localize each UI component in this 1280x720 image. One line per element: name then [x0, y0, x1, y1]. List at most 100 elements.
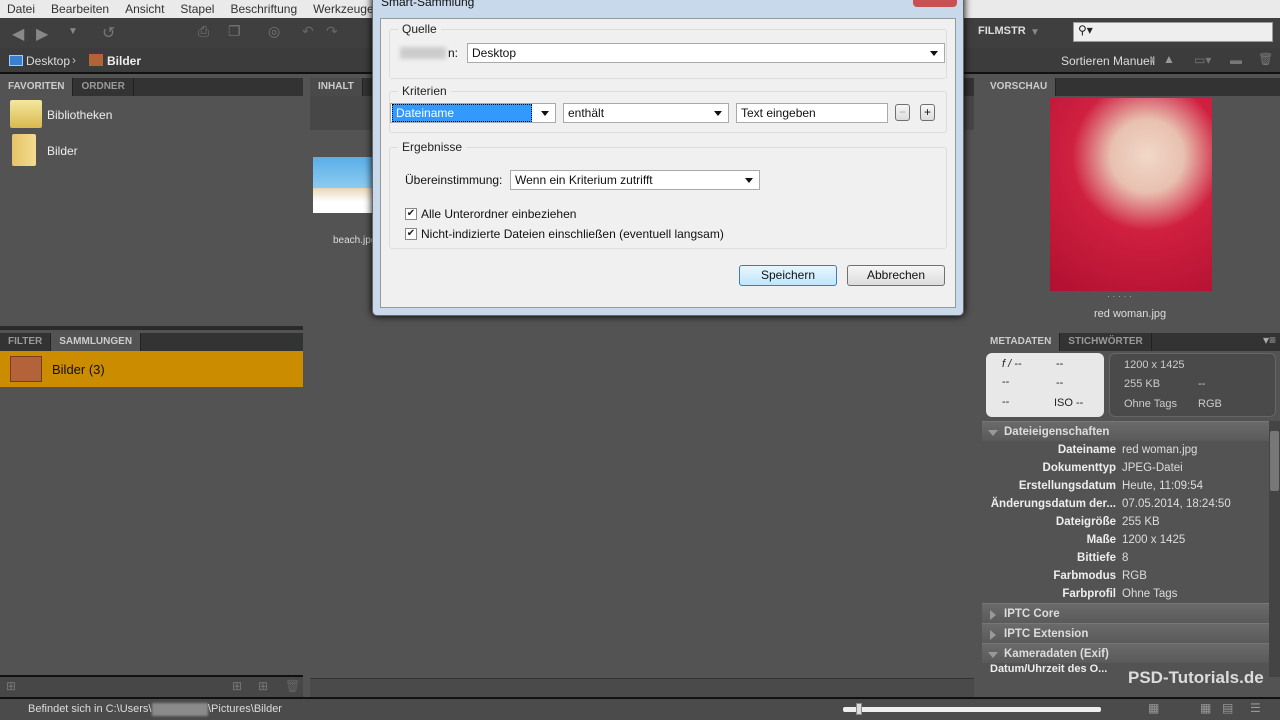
tab-stichwoerter[interactable]: STICHWÖRTER [1060, 333, 1152, 351]
content-scrollbar[interactable] [310, 678, 974, 697]
edit-smart-collection-icon[interactable]: ⊞ [258, 679, 268, 693]
tab-metadaten[interactable]: METADATEN [982, 333, 1061, 351]
remove-criterion-button[interactable]: − [895, 104, 910, 121]
breadcrumb-bilder[interactable]: Bilder [107, 54, 141, 68]
metadata-value: 07.05.2014, 18:24:50 [1122, 498, 1231, 510]
criteria-text-input[interactable]: Text eingeben [736, 103, 888, 123]
metadata-value: Ohne Tags [1122, 588, 1178, 600]
thumbnail-size-slider[interactable] [843, 703, 1101, 715]
new-collection-icon[interactable]: ⊞ [232, 679, 242, 693]
favorite-bibliotheken[interactable]: Bibliotheken [47, 108, 112, 122]
new-folder-icon[interactable]: ▬ [1230, 53, 1242, 67]
metadata-key: Erstellungsdatum [1018, 480, 1116, 492]
close-button[interactable] [913, 0, 957, 7]
open-recent-folder-icon[interactable]: ▭▾ [1194, 53, 1211, 67]
desktop-icon [9, 55, 23, 66]
criteria-operator-dropdown[interactable]: enthält [563, 103, 729, 123]
section-iptc-core[interactable]: IPTC Core [982, 603, 1269, 623]
tab-filter[interactable]: FILTER [0, 333, 52, 351]
metadata-row: Farbprofil Ohne Tags [982, 585, 1269, 603]
workspace-dropdown-icon[interactable]: ▼ [1030, 27, 1040, 38]
workspace-filmstrip[interactable]: FILMSTR [978, 25, 1026, 37]
slider-knob[interactable] [855, 703, 862, 715]
smart-collection-dialog: Smart-Sammlung Quelle n: Desktop Kriteri… [372, 0, 964, 316]
metadata-key: Bittiefe [1077, 552, 1116, 564]
add-criterion-button[interactable]: + [920, 104, 935, 121]
new-smart-collection-icon[interactable]: ⊞ [6, 679, 16, 693]
group-ergebnisse: Ergebnisse [398, 140, 467, 154]
tab-inhalt[interactable]: INHALT [310, 78, 363, 96]
menu-bearbeiten[interactable]: Bearbeiten [51, 2, 109, 16]
rotate-right-icon[interactable]: ↷ [326, 23, 338, 40]
thumbnail-beach[interactable] [313, 157, 373, 213]
copy-icon[interactable]: ❐ [228, 23, 241, 40]
breadcrumb-separator-icon: › [72, 53, 76, 67]
metadata-value: RGB [1122, 570, 1147, 582]
list-view-icon[interactable]: ☰ [1250, 701, 1261, 715]
match-dropdown[interactable]: Wenn ein Kriterium zutrifft [510, 170, 760, 190]
include-nonindexed-checkbox[interactable]: ✔ Nicht-indizierte Dateien einschließen (… [405, 227, 724, 241]
menu-beschriftung[interactable]: Beschriftung [230, 2, 297, 16]
include-subfolders-checkbox[interactable]: ✔ Alle Unterordner einbeziehen [405, 207, 576, 221]
watermark-logo: PSD-Tutorials.de [1128, 668, 1264, 687]
search-icon: ⚲▾ [1078, 23, 1093, 37]
metadata-value: red woman.jpg [1122, 444, 1198, 456]
rotate-left-icon[interactable]: ↶ [302, 23, 314, 40]
tab-ordner[interactable]: ORDNER [73, 78, 134, 96]
source-dropdown[interactable]: Desktop [467, 43, 945, 63]
collection-item-bilder[interactable]: Bilder (3) [0, 351, 303, 387]
page-dots: · · · · · [1107, 291, 1132, 301]
sort-dropdown[interactable]: Sortieren Manuell [1061, 54, 1155, 68]
favorite-bilder[interactable]: Bilder [47, 144, 78, 158]
delete-collection-icon[interactable]: 🗑 [285, 679, 300, 693]
match-label: Übereinstimmung: [405, 173, 503, 187]
forward-icon[interactable]: ▶ [36, 24, 48, 44]
back-icon[interactable]: ◀ [12, 24, 24, 44]
breadcrumb-desktop[interactable]: Desktop [26, 54, 70, 68]
libraries-icon [10, 100, 42, 128]
refine-icon[interactable]: ◎ [268, 23, 280, 40]
preview-caption: red woman.jpg [1094, 308, 1167, 320]
thumbnail-view-icon[interactable]: ▦ [1200, 701, 1211, 715]
iso: ISO -- [1054, 397, 1084, 409]
redacted-username [152, 703, 208, 716]
delete-icon[interactable]: 🗑 [1258, 52, 1273, 66]
sort-ascending-icon[interactable]: ▲ [1163, 52, 1175, 66]
aperture: f / -- [1002, 358, 1022, 370]
menu-datei[interactable]: Datei [7, 2, 35, 16]
metadata-key: Änderungsdatum der... [990, 498, 1116, 510]
panel-divider[interactable] [0, 326, 303, 330]
recent-dropdown-icon[interactable]: ▼ [68, 26, 78, 37]
tab-favoriten[interactable]: FAVORITEN [0, 78, 74, 96]
sort-dropdown-icon[interactable]: ▼ [1148, 55, 1157, 65]
panel-menu-icon[interactable]: ▾≡ [1263, 333, 1280, 351]
menu-werkzeuge[interactable]: Werkzeuge [313, 2, 373, 16]
metadata-row: Dateigröße 255 KB [982, 513, 1269, 531]
search-input[interactable]: ⚲▾ [1073, 22, 1273, 42]
menu-stapel[interactable]: Stapel [180, 2, 214, 16]
group-kriterien: Kriterien [398, 84, 451, 98]
criteria-field-dropdown[interactable]: Dateiname [390, 103, 556, 123]
tab-sammlungen[interactable]: SAMMLUNGEN [51, 333, 142, 351]
cancel-button[interactable]: Abbrechen [847, 265, 945, 286]
tab-vorschau[interactable]: VORSCHAU [982, 78, 1057, 96]
preview-image [1050, 98, 1212, 291]
section-dateieigenschaften[interactable]: Dateieigenschaften [982, 421, 1269, 441]
source-label: n: [448, 46, 459, 60]
section-iptc-extension[interactable]: IPTC Extension [982, 623, 1269, 643]
shutter: -- [1056, 358, 1064, 370]
save-button[interactable]: Speichern [739, 265, 837, 286]
metadata-list: Dateieigenschaften Dateiname red woman.jp… [982, 421, 1269, 675]
metering: -- [1056, 377, 1064, 389]
section-kameradaten[interactable]: Kameradaten (Exif) [982, 643, 1269, 663]
color-profile: Ohne Tags [1124, 398, 1178, 410]
boomerang-icon[interactable]: ↺ [102, 23, 115, 43]
menu-ansicht[interactable]: Ansicht [125, 2, 164, 16]
metadata-row: Änderungsdatum der... 07.05.2014, 18:24:5… [982, 495, 1269, 513]
details-view-icon[interactable]: ▤ [1222, 701, 1233, 715]
camera-icon[interactable]: ⎙ [198, 23, 209, 40]
grid-lock-icon[interactable]: ▦ [1148, 701, 1159, 715]
metadata-scrollbar[interactable] [1269, 421, 1280, 677]
favorites-panel: FAVORITEN ORDNER Bibliotheken Bilder [0, 78, 303, 326]
metadata-panel: METADATEN STICHWÖRTER ▾≡ f / -- -- -- --… [982, 333, 1280, 697]
